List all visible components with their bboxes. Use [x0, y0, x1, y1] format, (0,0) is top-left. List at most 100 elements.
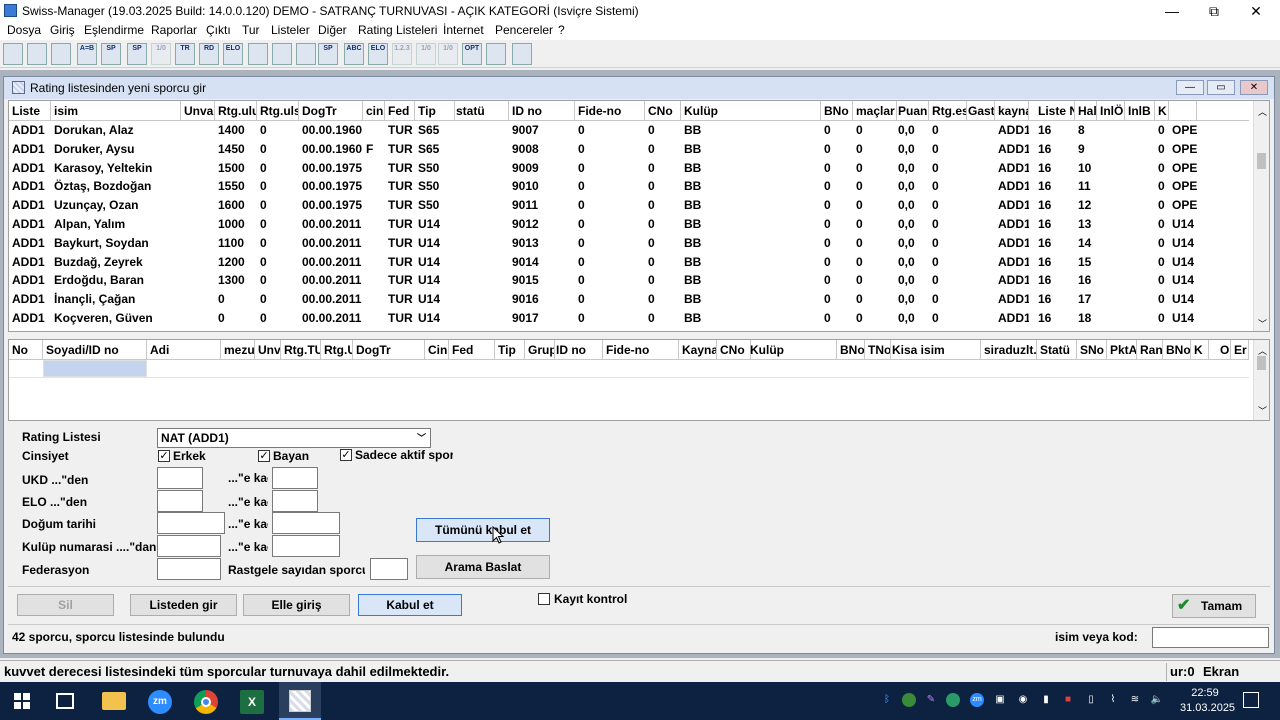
table-row[interactable]: ADD1 Karasoy, Yeltekin 1500 0 00.00.1975 TUR S…	[9, 159, 1249, 178]
column-header[interactable]: Rtg.ulsl	[257, 101, 299, 121]
column-header[interactable]: Cins	[425, 340, 449, 360]
column-header[interactable]: Fed	[449, 340, 495, 360]
options-icon[interactable]: OPT	[462, 43, 482, 65]
column-header[interactable]: DogTr	[299, 101, 363, 121]
book-icon[interactable]	[512, 43, 532, 65]
battery-icon[interactable]: ▯	[1084, 693, 1098, 707]
ukd-from-input[interactable]	[157, 467, 203, 489]
table-row[interactable]: ADD1 Öztaş, Bozdoğan 1550 0 00.00.1975 TUR S50…	[9, 177, 1249, 196]
internet-icon[interactable]	[486, 43, 506, 65]
menu-tur[interactable]: Tur	[242, 23, 260, 37]
enter-from-list-button[interactable]: Listeden gir	[130, 594, 237, 616]
birthdate-from-input[interactable]	[157, 512, 225, 534]
start-search-button[interactable]: Arama Baslat	[416, 555, 550, 579]
record-check-checkbox[interactable]	[538, 593, 550, 605]
sort-elo-icon[interactable]: ELO	[368, 43, 388, 65]
result-10b-icon[interactable]: 1/0	[438, 43, 458, 65]
column-header[interactable]: InlB	[1125, 101, 1155, 121]
table-row[interactable]: ADD1 Baykurt, Soydan 1100 0 00.00.2011 TUR U14…	[9, 234, 1249, 253]
column-header[interactable]: Unvan	[255, 340, 281, 360]
microphone-icon[interactable]: ▮	[1039, 693, 1053, 707]
column-header[interactable]: SNo	[1077, 340, 1107, 360]
column-header[interactable]: ID no	[509, 101, 575, 121]
column-header[interactable]: TNo	[865, 340, 891, 360]
column-header[interactable]: Hal	[1075, 101, 1097, 121]
zoom-icon[interactable]: zm	[148, 690, 172, 714]
wifi-icon[interactable]: ≋	[1128, 693, 1142, 707]
active-only-checkbox[interactable]: ✓	[340, 449, 352, 461]
federation-input[interactable]	[157, 558, 221, 580]
column-header[interactable]: siraduzlt.	[981, 340, 1037, 360]
column-header[interactable]: Statü	[1037, 340, 1077, 360]
delete-button[interactable]: Sil	[17, 594, 114, 616]
notifications-icon[interactable]	[1243, 692, 1259, 708]
clock[interactable]: 22:59 31.03.2025	[1180, 686, 1235, 716]
sort-abc-icon[interactable]: ABC	[344, 43, 364, 65]
player-list-icon[interactable]: SP	[101, 43, 121, 65]
menu-internet[interactable]: İnternet	[443, 23, 484, 37]
column-header[interactable]: Liste	[9, 101, 51, 121]
elo-from-input[interactable]	[157, 490, 203, 512]
erkek-checkbox[interactable]: ✓	[158, 450, 170, 462]
column-header[interactable]: Kisa isim	[889, 340, 981, 360]
camera-icon[interactable]: ◉	[1016, 693, 1030, 707]
column-header[interactable]: K	[1155, 101, 1169, 121]
volume-icon[interactable]: 🔈	[1150, 693, 1164, 707]
tray-window-icon[interactable]: ▣	[993, 693, 1007, 707]
rating-list-grid[interactable]: ListeisimUnvanRtg.ulusRtg.ulslDogTrcinsF…	[8, 100, 1270, 332]
column-header[interactable]: BNo	[821, 101, 853, 121]
table-row[interactable]: ADD1 Doruker, Aysu 1450 0 00.00.1960 F TUR S65 9…	[9, 140, 1249, 159]
column-header[interactable]: Tip	[495, 340, 525, 360]
menu-giris[interactable]: Giriş	[50, 23, 75, 37]
column-header[interactable]: Rank	[1137, 340, 1163, 360]
column-header[interactable]: Rtg.esl	[929, 101, 967, 121]
menu-pencereler[interactable]: Pencereler	[495, 23, 553, 37]
column-header[interactable]: BNoR	[1163, 340, 1191, 360]
random-players-input[interactable]	[370, 558, 408, 580]
new-file-icon[interactable]	[3, 43, 23, 65]
column-header[interactable]: BNo	[837, 340, 865, 360]
menu-diger[interactable]: Diğer	[318, 23, 347, 37]
sp-list-icon[interactable]: SP	[318, 43, 338, 65]
save-icon[interactable]	[51, 43, 71, 65]
table-row[interactable]: ADD1 Buzdağ, Zeyrek 1200 0 00.00.2011 TUR U14 9…	[9, 253, 1249, 272]
column-header[interactable]: Gast	[965, 101, 995, 121]
column-header[interactable]: DogTr	[353, 340, 425, 360]
round-rd-icon[interactable]: RD	[199, 43, 219, 65]
screen-icon[interactable]	[248, 43, 268, 65]
column-header[interactable]	[1169, 101, 1197, 121]
table-row[interactable]: ADD1 Koçveren, Güven 0 0 00.00.2011 TUR U14 901…	[9, 309, 1249, 328]
chrome-icon[interactable]	[194, 690, 218, 714]
column-header[interactable]: Liste No	[1035, 101, 1075, 121]
column-header[interactable]: Soyadi/ID no	[43, 340, 147, 360]
child-minimize-button[interactable]: —	[1176, 80, 1204, 95]
column-header[interactable]: isim	[51, 101, 181, 121]
menu-eslendirme[interactable]: Eşlendirme	[84, 23, 144, 37]
column-header[interactable]: No	[9, 340, 43, 360]
column-header[interactable]: InlÖ	[1097, 101, 1125, 121]
column-header[interactable]: Or	[1217, 340, 1231, 360]
menu-help[interactable]: ?	[558, 23, 565, 37]
column-header[interactable]: kaynak	[995, 101, 1029, 121]
column-header[interactable]: Kaynak	[679, 340, 717, 360]
bayan-checkbox[interactable]: ✓	[258, 450, 270, 462]
elo-icon[interactable]: ELO	[223, 43, 243, 65]
close-button[interactable]: ✕	[1234, 0, 1278, 22]
sort-123-icon[interactable]: 1.2.3	[392, 43, 412, 65]
tray-app2-icon[interactable]	[946, 693, 960, 707]
result-10-icon[interactable]: 1/0	[416, 43, 436, 65]
column-header[interactable]: Unvan	[181, 101, 215, 121]
task-view-icon[interactable]	[56, 693, 74, 709]
menu-raporlar[interactable]: Raporlar	[151, 23, 197, 37]
column-header[interactable]: ID no	[553, 340, 603, 360]
child-close-button[interactable]: ✕	[1240, 80, 1268, 95]
column-header[interactable]: Fide-no	[575, 101, 645, 121]
pen-icon[interactable]: ✎	[924, 693, 938, 707]
column-header[interactable]: Fide-no	[603, 340, 679, 360]
search-input[interactable]	[1152, 627, 1269, 648]
column-header[interactable]: Rtg.ulus	[215, 101, 257, 121]
player-sp-icon[interactable]: SP	[127, 43, 147, 65]
column-header[interactable]: Kulüp	[747, 340, 837, 360]
open-folder-icon[interactable]	[27, 43, 47, 65]
selected-cell[interactable]	[43, 360, 147, 377]
